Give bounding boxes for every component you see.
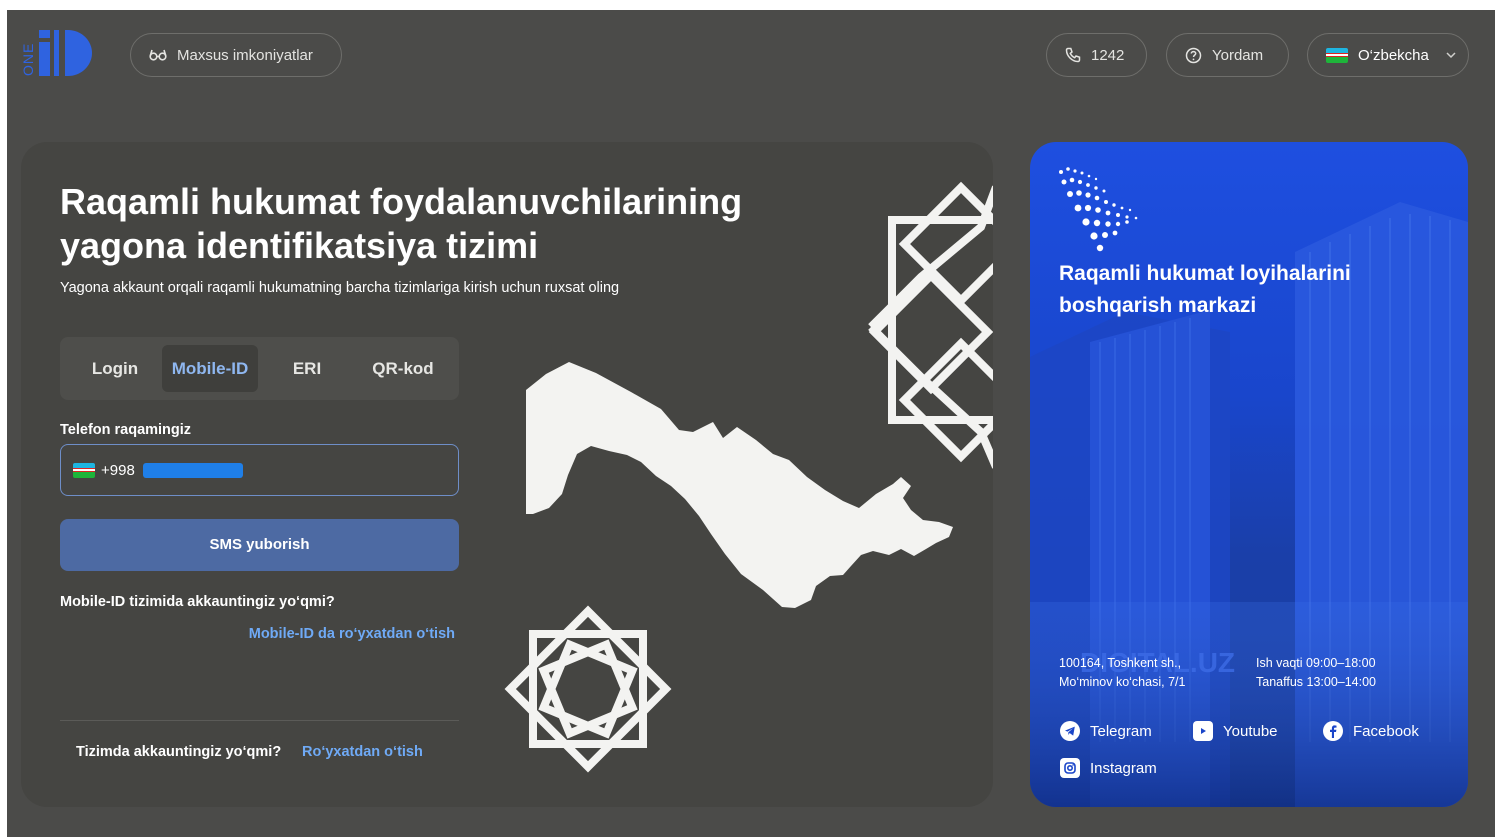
instagram-link[interactable]: Instagram [1060, 758, 1157, 778]
working-hours-line: Ish vaqti 09:00–18:00 [1256, 656, 1376, 670]
hotline-label: 1242 [1091, 46, 1125, 64]
page-title: Raqamli hukumat foydalanuvchilarining ya… [60, 181, 743, 266]
glasses-icon [149, 49, 167, 61]
redacted-phone-number [142, 462, 243, 478]
page-frame: ONE Maxsus imkoniyatlar 1242 Yordam O‘zb… [7, 10, 1495, 837]
instagram-label: Instagram [1090, 759, 1157, 777]
phone-prefix: +998 [101, 461, 135, 479]
youtube-icon [1193, 721, 1213, 741]
telegram-icon [1060, 721, 1080, 741]
uzbekistan-flag-icon [1326, 47, 1348, 63]
hotline-button[interactable]: 1242 [1046, 33, 1147, 77]
ornament-pattern-icon [868, 181, 993, 469]
ornament-star-icon [504, 605, 672, 773]
address-line-2: Mo‘minov ko‘chasi, 7/1 [1059, 675, 1186, 689]
phone-field-label: Telefon raqamingiz [60, 422, 192, 438]
youtube-link[interactable]: Youtube [1193, 721, 1278, 741]
account-question: Tizimda akkauntingiz yo‘qmi? [76, 744, 282, 760]
help-button[interactable]: Yordam [1166, 33, 1289, 77]
dotted-logo-icon [1059, 167, 1138, 252]
tab-qr-code[interactable]: QR-kod [358, 345, 448, 392]
help-icon [1185, 47, 1202, 63]
divider [60, 720, 459, 721]
tab-eri[interactable]: ERI [280, 345, 334, 392]
break-hours-line: Tanaffus 13:00–14:00 [1256, 675, 1377, 689]
address-line-1: 100164, Toshkent sh., [1059, 656, 1182, 670]
phone-input[interactable]: +998 [60, 444, 459, 496]
mobile-id-register-link[interactable]: Mobile-ID da ro‘yxatdan o‘tish [249, 626, 455, 642]
login-method-tabs: Login Mobile-ID ERI QR-kod [60, 337, 459, 400]
accessibility-label: Maxsus imkoniyatlar [177, 46, 313, 64]
telegram-link[interactable]: Telegram [1060, 721, 1152, 741]
building-photo: DIGITAL.UZ [1030, 167, 1468, 807]
language-label: O‘zbekcha [1358, 46, 1429, 64]
facebook-link[interactable]: Facebook [1323, 721, 1419, 741]
uzbekistan-flag-icon [73, 462, 95, 478]
login-card: Raqamli hukumat foydalanuvchilarining ya… [21, 142, 993, 807]
facebook-icon [1323, 721, 1343, 741]
tab-mobile-id[interactable]: Mobile-ID [162, 345, 258, 392]
help-label: Yordam [1212, 46, 1264, 64]
chevron-down-icon [1446, 52, 1456, 59]
address: 100164, Toshkent sh., Mo‘minov ko‘chasi,… [1059, 654, 1185, 692]
accessibility-button[interactable]: Maxsus imkoniyatlar [130, 33, 342, 77]
info-card: DIGITAL.UZ Raqamli hukumat loyihalarini … [1030, 142, 1468, 807]
language-select[interactable]: O‘zbekcha [1307, 33, 1469, 77]
page-subtitle: Yagona akkaunt orqali raqamli hukumatnin… [60, 280, 620, 296]
logo-one-text: ONE [21, 43, 36, 76]
instagram-icon [1060, 758, 1080, 778]
mobile-id-question: Mobile-ID tizimida akkauntingiz yo‘qmi? [60, 594, 335, 610]
facebook-label: Facebook [1353, 722, 1419, 740]
info-card-title: Raqamli hukumat loyihalarini boshqarish … [1059, 262, 1351, 317]
send-sms-button[interactable]: SMS yuborish [60, 519, 459, 571]
oneid-logo[interactable]: ONE [21, 28, 93, 78]
phone-icon [1065, 47, 1081, 63]
tab-login[interactable]: Login [80, 345, 150, 392]
working-hours: Ish vaqti 09:00–18:00 Tanaffus 13:00–14:… [1256, 654, 1376, 692]
youtube-label: Youtube [1223, 722, 1278, 740]
telegram-label: Telegram [1090, 722, 1152, 740]
register-link[interactable]: Ro‘yxatdan o‘tish [302, 744, 423, 760]
